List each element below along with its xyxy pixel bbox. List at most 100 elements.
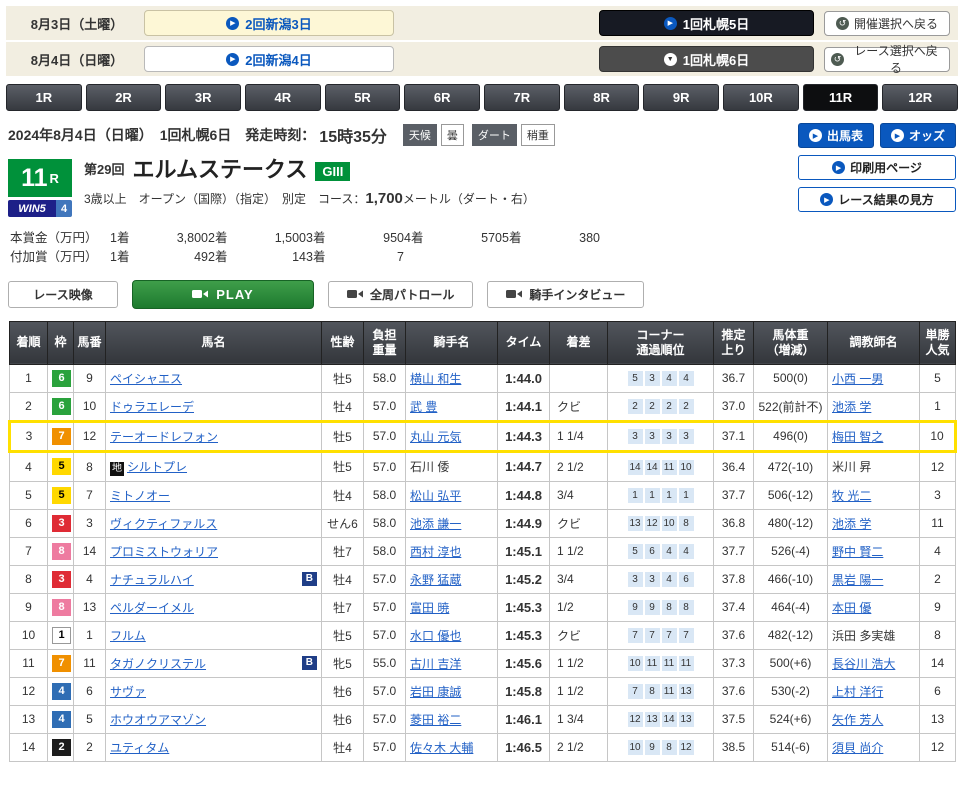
race-tab-5r[interactable]: 5R [325, 84, 401, 111]
race-tab-8r[interactable]: 8R [564, 84, 640, 111]
carried-weight: 57.0 [364, 593, 406, 621]
jockey-cell: 丸山 元気 [406, 421, 498, 451]
local-horse-badge: 地 [110, 462, 124, 476]
last-3f: 37.4 [714, 593, 754, 621]
column-header: 馬名 [106, 321, 322, 364]
jockey-name[interactable]: 古川 吉洋 [410, 657, 461, 671]
back-button[interactable]: ↺開催選択へ戻る [824, 11, 950, 36]
column-header: 騎手名 [406, 321, 498, 364]
horse-name-link[interactable]: ヴィクティファルス [110, 517, 217, 531]
margin: 1 1/4 [550, 421, 608, 451]
jockey-name[interactable]: 永野 猛蔵 [410, 573, 461, 587]
trainer-name[interactable]: 黒岩 陽一 [832, 573, 883, 587]
jockey-name[interactable]: 武 豊 [410, 400, 437, 414]
jockey-name[interactable]: 池添 謙一 [410, 517, 461, 531]
horse-number: 8 [74, 451, 106, 481]
race-name: エルムステークス [132, 159, 307, 181]
jockey-cell: 武 豊 [406, 392, 498, 421]
trainer-name[interactable]: 矢作 芳人 [832, 713, 883, 727]
back-button[interactable]: ↺レース選択へ戻る [824, 47, 950, 72]
trainer-name[interactable]: 牧 光二 [832, 489, 871, 503]
corner-position: 11 [645, 656, 660, 671]
jockey-interview-button[interactable]: 騎手インタビュー [487, 281, 644, 308]
race-tab-4r[interactable]: 4R [245, 84, 321, 111]
trainer-name[interactable]: 池添 学 [832, 400, 871, 414]
horse-name-link[interactable]: プロミストウォリア [110, 545, 218, 559]
margin: クビ [550, 621, 608, 649]
odds-button[interactable]: ▶ オッズ [880, 123, 956, 148]
meeting-button[interactable]: ▶1回札幌5日 [599, 10, 814, 36]
trainer-name[interactable]: 野中 賢二 [832, 545, 883, 559]
jockey-name[interactable]: 水口 優也 [410, 629, 461, 643]
race-tab-6r[interactable]: 6R [404, 84, 480, 111]
play-button[interactable]: PLAY [132, 280, 314, 309]
trainer-name[interactable]: 梅田 智之 [832, 430, 883, 444]
race-tab-12r[interactable]: 12R [882, 84, 958, 111]
trainer-name[interactable]: 上村 洋行 [832, 685, 883, 699]
race-tab-9r[interactable]: 9R [643, 84, 719, 111]
jockey-name[interactable]: 横山 和生 [410, 372, 461, 386]
horse-name-link[interactable]: ミトノオー [110, 489, 170, 503]
patrol-video-button[interactable]: 全周パトロール [328, 281, 473, 308]
race-video-button[interactable]: レース映像 [8, 281, 118, 308]
jockey-name[interactable]: 佐々木 大輔 [410, 741, 473, 755]
prize-item: 4着570 [404, 229, 502, 248]
frame-badge: 4 [52, 711, 71, 728]
jockey-name[interactable]: 富田 暁 [410, 601, 449, 615]
corner-position: 8 [662, 600, 677, 615]
horse-name-link[interactable]: サヴァ [110, 685, 146, 699]
race-tab-11r[interactable]: 11R [803, 84, 879, 111]
race-tab-1r[interactable]: 1R [6, 84, 82, 111]
trainer-name[interactable]: 長谷川 浩大 [832, 657, 895, 671]
corner-position: 14 [645, 460, 660, 475]
horse-name-link[interactable]: ナチュラルハイ [110, 573, 194, 587]
jockey-name: 石川 倭 [410, 460, 449, 474]
horse-name-link[interactable]: ドゥラエレーデ [110, 400, 194, 414]
trainer-name[interactable]: 池添 学 [832, 517, 871, 531]
trainer-name[interactable]: 本田 優 [832, 601, 871, 615]
meeting-button[interactable]: ▶2回新潟3日 [144, 10, 394, 36]
corner-position: 9 [645, 740, 660, 755]
last-3f: 37.3 [714, 649, 754, 677]
horse-name-link[interactable]: フルム [110, 629, 146, 643]
jockey-name[interactable]: 西村 淳也 [410, 545, 461, 559]
horse-name-link[interactable]: タガノクリステル [110, 657, 206, 671]
finish-time: 1:44.1 [498, 392, 550, 421]
horse-name-link[interactable]: シルトプレ [127, 460, 187, 474]
horse-name-link[interactable]: テーオードレフォン [110, 430, 218, 444]
main-prize-values: 1着3,8002着1,5003着9504着5705着380 [110, 229, 600, 248]
print-page-button[interactable]: ▶ 印刷用ページ [798, 155, 956, 180]
jockey-name[interactable]: 松山 弘平 [410, 489, 461, 503]
finish-position: 3 [10, 421, 48, 451]
race-distance: 1,700 [365, 190, 403, 207]
race-tab-7r[interactable]: 7R [484, 84, 560, 111]
race-tab-10r[interactable]: 10R [723, 84, 799, 111]
frame-cell: 1 [48, 621, 74, 649]
margin: 1 1/2 [550, 677, 608, 705]
meeting-button[interactable]: ▶2回新潟4日 [144, 46, 394, 72]
jockey-name[interactable]: 菱田 裕二 [410, 713, 461, 727]
corner-position: 1 [679, 488, 694, 503]
horse-name-link[interactable]: ペルダーイメル [110, 601, 194, 615]
race-tab-3r[interactable]: 3R [165, 84, 241, 111]
trainer-name[interactable]: 小西 一男 [832, 372, 883, 386]
jockey-name[interactable]: 岩田 康誠 [410, 685, 461, 699]
horse-cell: ヴィクティファルス [106, 509, 322, 537]
horse-name-link[interactable]: ユティタム [110, 741, 169, 755]
sex-age: 牡5 [322, 364, 364, 392]
frame-badge: 3 [52, 515, 71, 532]
entries-button[interactable]: ▶ 出馬表 [798, 123, 874, 148]
corner-position: 11 [662, 684, 677, 699]
meeting-button[interactable]: ▼1回札幌6日 [599, 46, 814, 72]
corner-order: 5644 [608, 537, 714, 565]
corner-position: 9 [645, 600, 660, 615]
horse-name-link[interactable]: ホウオウアマゾン [110, 713, 206, 727]
body-weight: 482(-12) [754, 621, 828, 649]
jockey-name[interactable]: 丸山 元気 [410, 430, 461, 444]
horse-name-link[interactable]: ペイシャエス [110, 372, 182, 386]
results-guide-button[interactable]: ▶ レース結果の見方 [798, 187, 956, 212]
trainer-name[interactable]: 須貝 尚介 [832, 741, 883, 755]
horse-cell: テーオードレフォン [106, 421, 322, 451]
corner-position: 3 [628, 429, 643, 444]
race-tab-2r[interactable]: 2R [86, 84, 162, 111]
